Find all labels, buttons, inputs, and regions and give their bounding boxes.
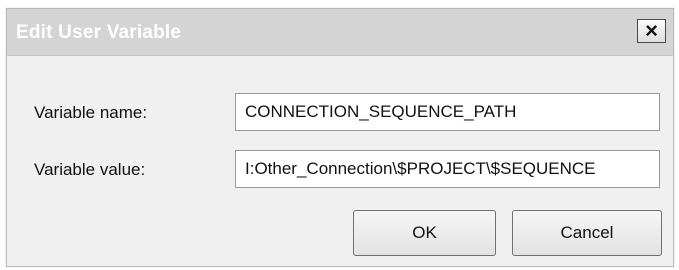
ok-button-label: OK xyxy=(412,223,437,242)
cancel-button-label: Cancel xyxy=(560,223,614,242)
edit-user-variable-dialog: Edit User Variable × Variable name: CONN… xyxy=(6,8,674,267)
ok-button[interactable]: OK xyxy=(353,210,496,256)
variable-value-input[interactable]: I:Other_Connection\$PROJECT\$SEQUENCE xyxy=(235,150,660,188)
title-bar[interactable]: Edit User Variable × xyxy=(7,9,673,56)
close-button[interactable]: × xyxy=(637,19,666,43)
close-icon: × xyxy=(645,18,658,43)
variable-value-label: Variable value: xyxy=(34,160,146,179)
cancel-button[interactable]: Cancel xyxy=(512,210,662,256)
variable-name-text: CONNECTION_SEQUENCE_PATH xyxy=(245,102,517,121)
dialog-title: Edit User Variable xyxy=(16,22,182,43)
variable-value-text: I:Other_Connection\$PROJECT\$SEQUENCE xyxy=(245,159,596,178)
variable-name-input[interactable]: CONNECTION_SEQUENCE_PATH xyxy=(235,93,660,131)
variable-name-label: Variable name: xyxy=(34,103,148,122)
